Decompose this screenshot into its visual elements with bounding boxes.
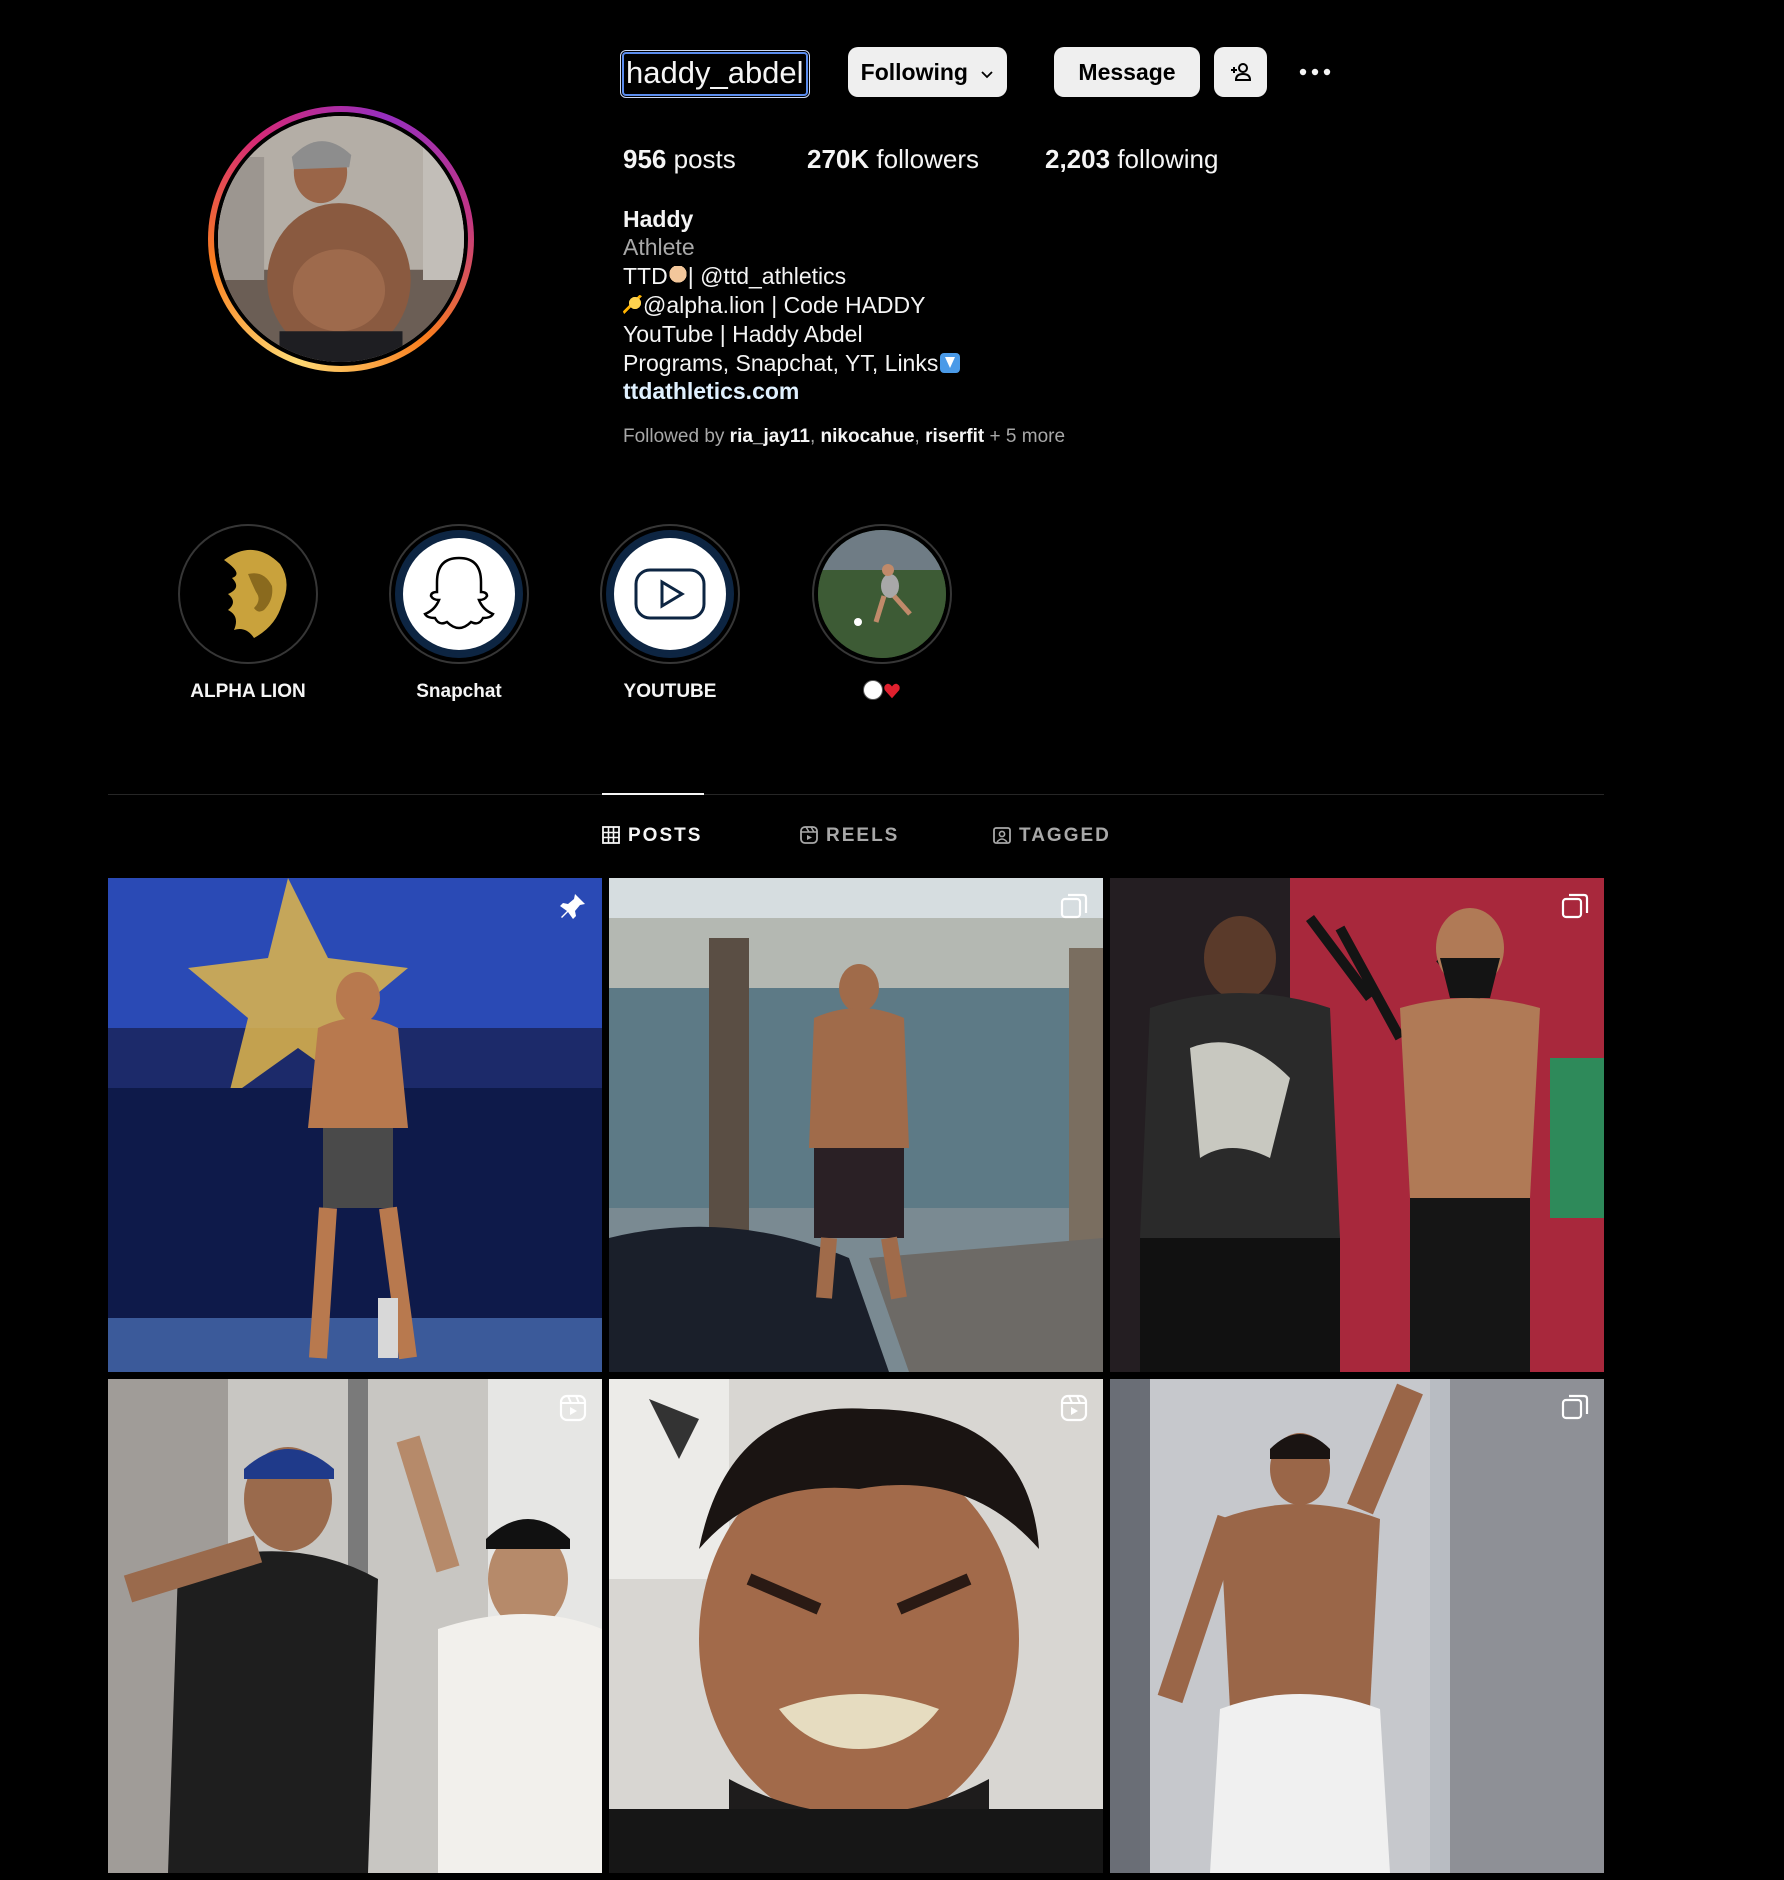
posts-count-value: 956 — [623, 144, 667, 174]
pin-icon — [560, 894, 585, 919]
highlight-alpha-lion[interactable] — [178, 524, 318, 664]
followed-by-user[interactable]: ria_jay11 — [730, 426, 810, 447]
followers-count-value: 270K — [807, 144, 870, 174]
more-options-icon[interactable] — [1296, 58, 1334, 86]
lion-logo-icon — [184, 530, 312, 658]
highlight-label: ALPHA LION — [190, 681, 306, 702]
post-tile[interactable] — [609, 878, 1103, 1372]
message-button[interactable]: Message — [1054, 47, 1200, 97]
post-tile[interactable] — [108, 1379, 602, 1873]
youtube-play-icon — [606, 530, 734, 658]
post-tile[interactable] — [1110, 1379, 1604, 1873]
tab-tagged[interactable]: TAGGED — [993, 824, 1111, 848]
carousel-icon — [1060, 893, 1088, 919]
bio-line-3: YouTube | Haddy Abdel — [623, 321, 863, 347]
following-count-label: following — [1117, 144, 1219, 174]
followed-by-more[interactable]: + 5 more — [990, 426, 1066, 447]
down-arrow-emoji-icon — [940, 353, 961, 373]
following-button[interactable]: Following — [848, 47, 1007, 97]
profile-username[interactable]: haddy_abdel — [620, 50, 810, 98]
following-count[interactable]: 2,203 following — [1045, 144, 1218, 174]
post-tile[interactable] — [108, 878, 602, 1372]
highlight-label: YOUTUBE — [623, 681, 717, 702]
message-button-label: Message — [1078, 59, 1176, 85]
soccer-field-photo — [818, 530, 946, 658]
bio-line-2-text: @alpha.lion | Code HADDY — [643, 292, 926, 318]
bio-website-link[interactable]: ttdathletics.com — [623, 377, 799, 406]
reel-icon — [559, 1394, 587, 1422]
followers-count[interactable]: 270K followers — [807, 144, 979, 174]
grid-icon — [602, 826, 620, 844]
active-tab-indicator — [602, 793, 704, 795]
followed-by-user[interactable]: nikocahue — [821, 426, 915, 447]
soccer-ball-emoji-icon — [863, 680, 883, 700]
reel-icon — [1060, 1394, 1088, 1422]
highlight-snapchat[interactable] — [389, 524, 529, 664]
profile-avatar[interactable] — [218, 116, 464, 362]
reels-icon — [800, 826, 818, 844]
posts-count-label: posts — [673, 144, 736, 174]
tagged-icon — [993, 827, 1011, 844]
bio-line-1-suffix: | @ttd_athletics — [687, 263, 847, 289]
profile-avatar-ring[interactable] — [208, 106, 474, 372]
followers-count-label: followers — [876, 144, 979, 174]
bio-line-4-text: Programs, Snapchat, YT, Links — [623, 350, 939, 376]
snapchat-ghost-icon — [395, 530, 523, 658]
tab-posts-label: POSTS — [628, 825, 703, 846]
chevron-down-icon — [981, 71, 993, 79]
suggest-users-button[interactable] — [1214, 47, 1267, 97]
carousel-icon — [1561, 893, 1589, 919]
tab-posts[interactable]: POSTS — [602, 824, 702, 848]
carousel-icon — [1561, 1394, 1589, 1420]
add-user-icon — [1230, 63, 1251, 81]
bio-line-2: @alpha.lion | Code HADDY — [623, 291, 925, 320]
crossed-fingers-emoji-icon — [667, 266, 688, 286]
following-count-value: 2,203 — [1045, 144, 1111, 174]
bio-name: Haddy — [623, 206, 694, 232]
followed-by-user[interactable]: riserfit — [925, 426, 984, 447]
highlight-soccer-heart-label — [782, 680, 982, 704]
post-tile[interactable] — [1110, 878, 1604, 1372]
highlight-label: Snapchat — [416, 681, 502, 702]
highlight-youtube[interactable] — [600, 524, 740, 664]
followed-by[interactable]: Followed by ria_jay11, nikocahue, riserf… — [623, 424, 1065, 450]
posts-count: 956 posts — [623, 144, 736, 174]
bio-line-1: TTD | @ttd_athletics — [623, 262, 846, 291]
following-button-label: Following — [860, 59, 968, 85]
bio-line-1-prefix: TTD — [623, 263, 668, 289]
tab-reels[interactable]: REELS — [800, 824, 899, 848]
post-tile[interactable] — [609, 1379, 1103, 1873]
tabs-divider — [108, 794, 1604, 795]
red-heart-emoji-icon — [883, 682, 901, 700]
tab-tagged-label: TAGGED — [1019, 825, 1111, 846]
bio-category: Athlete — [623, 234, 695, 260]
highlight-soccer[interactable] — [812, 524, 952, 664]
bio-line-4: Programs, Snapchat, YT, Links — [623, 349, 961, 378]
dizzy-emoji-icon — [623, 295, 643, 315]
tab-reels-label: REELS — [826, 825, 900, 846]
followed-by-prefix: Followed by — [623, 426, 725, 447]
